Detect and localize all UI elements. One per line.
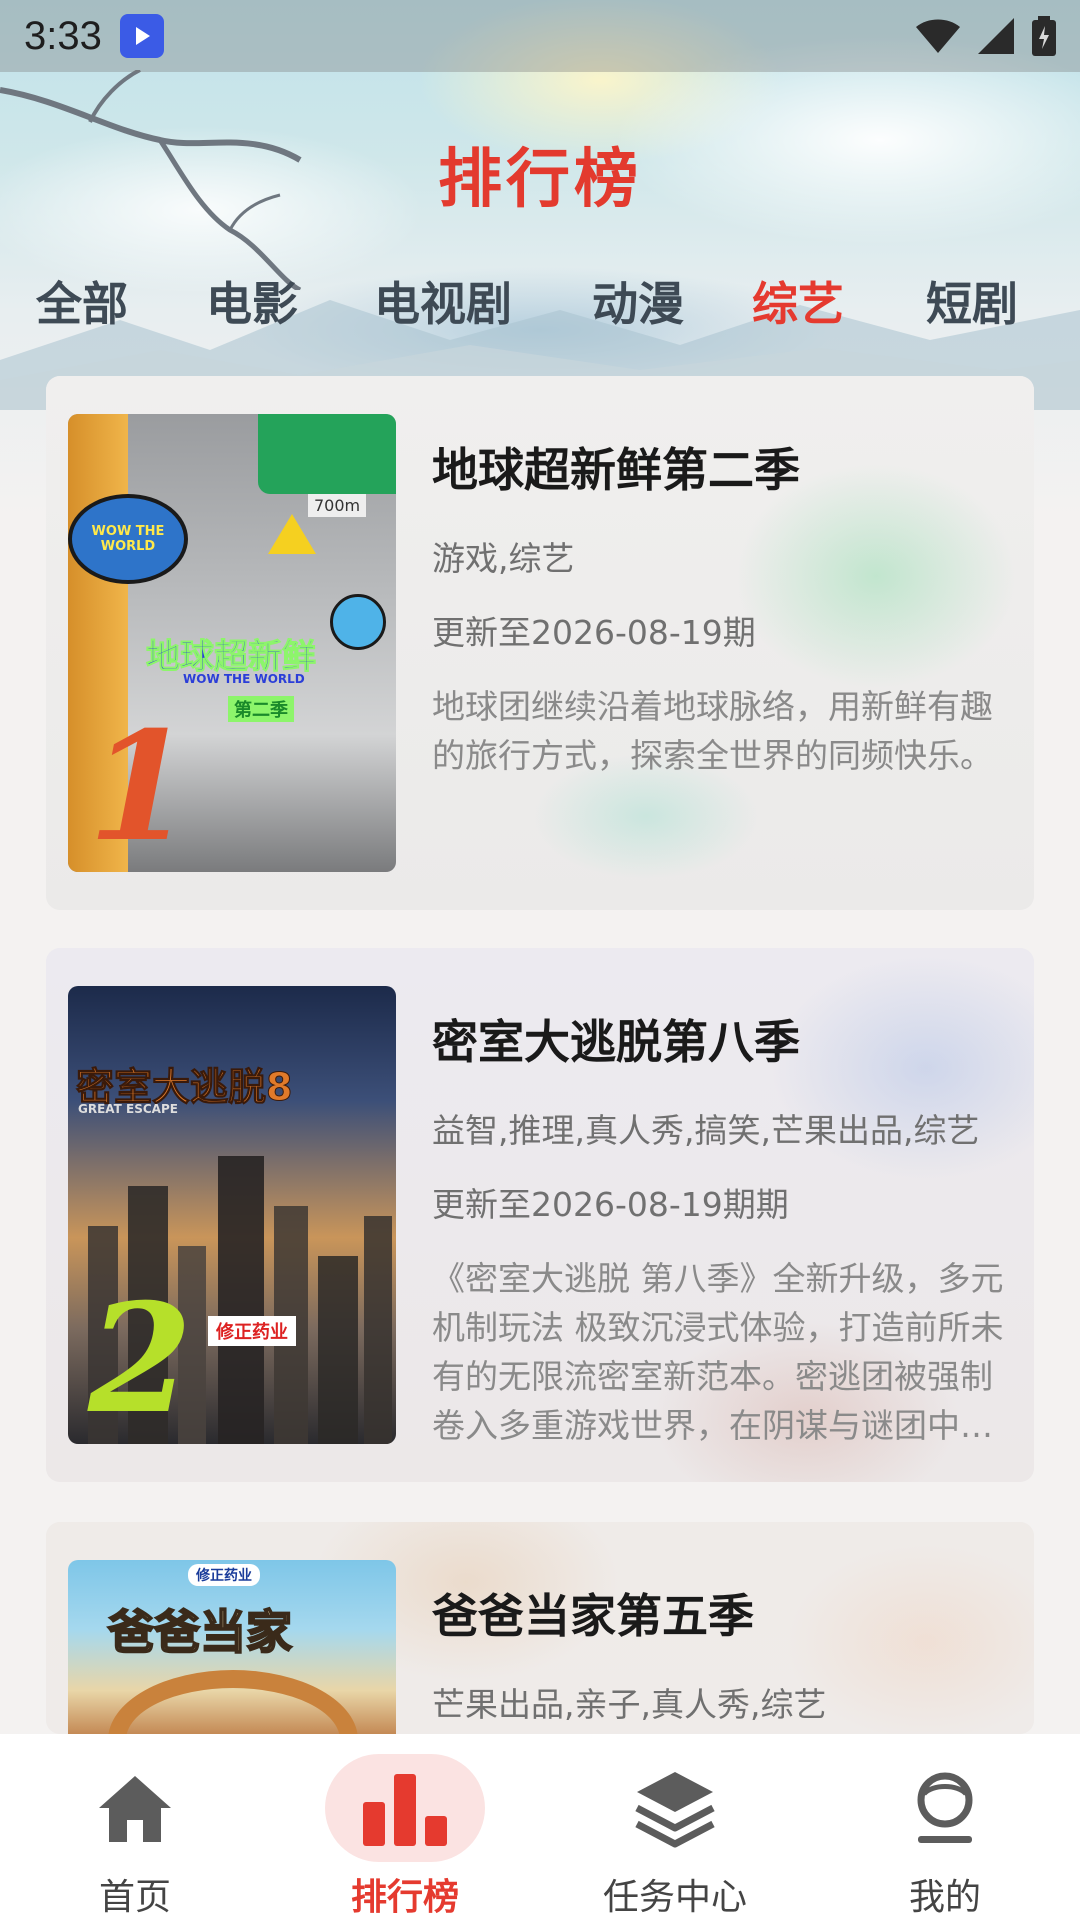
tab-movies[interactable]: 电影 [206,268,298,334]
show-tags: 益智,推理,真人秀,搞笑,芒果出品,综艺 [432,1111,980,1150]
show-title[interactable]: 地球超新鲜第二季 [432,434,1012,500]
nav-home[interactable]: 首页 [0,1734,270,1920]
poster-sign [258,414,396,494]
ranking-card[interactable]: 密室大逃脱8 GREAT ESCAPE 修正药业 2 密室大逃脱第八季 益智,推… [46,948,1034,1482]
poster-image[interactable]: 密室大逃脱8 GREAT ESCAPE 修正药业 2 [68,986,396,1444]
poster-image[interactable]: 修正药业 爸爸当家 [68,1560,396,1734]
battery-icon [1032,16,1056,56]
poster-sponsor: 修正药业 [208,1316,296,1346]
show-title[interactable]: 爸爸当家第五季 [432,1580,1012,1646]
update-status: 更新至2026-08-19期 [432,613,756,652]
show-title[interactable]: 密室大逃脱第八季 [432,1006,1012,1072]
rank-number: 2 [88,1271,193,1444]
category-tabs: 全部 电影 电视剧 动漫 综艺 短剧 [0,268,1080,338]
nav-profile[interactable]: 我的 [810,1734,1080,1920]
poster-title: 地球超新鲜 [146,637,317,678]
poster-distance: 700m [308,494,367,517]
update-status: 更新至2026-08-19期期 [432,1185,789,1224]
tab-tv-series[interactable]: 电视剧 [374,268,512,334]
home-icon [99,1776,171,1842]
page-title: 排行榜 [438,143,642,217]
poster-warning-sign [268,514,316,554]
poster-arch [108,1670,358,1734]
poster-world-badge: WOW THE WORLD [68,494,188,584]
poster-mascot [330,594,386,650]
nav-task-center-label: 任务中心 [602,1877,747,1918]
user-icon [917,1772,973,1843]
tab-short-drama[interactable]: 短剧 [926,268,1018,334]
signal-icon [978,18,1014,54]
wifi-icon [916,19,960,53]
nav-ranking[interactable]: 排行榜 [270,1734,540,1920]
bar-chart-icon [363,1774,447,1846]
poster-subtitle: GREAT ESCAPE [78,1102,178,1116]
ranking-card[interactable]: 修正药业 爸爸当家 爸爸当家第五季 芒果出品,亲子,真人秀,综艺 [46,1522,1034,1734]
show-description: 《密室大逃脱 第八季》全新升级，多元机制玩法 极致沉浸式体验，打造前所未有的无限… [432,1259,1004,1445]
tab-variety[interactable]: 综艺 [752,268,844,334]
show-tags: 游戏,综艺 [432,539,575,578]
tab-all[interactable]: 全部 [36,268,128,334]
nav-home-label: 首页 [98,1877,171,1918]
nav-task-center[interactable]: 任务中心 [540,1734,810,1920]
bottom-navigation: 首页 排行榜 任务中心 我的 [0,1734,1080,1920]
poster-season: 第二季 [228,696,294,722]
nav-ranking-label: 排行榜 [350,1877,459,1918]
poster-image[interactable]: 700m WOW THE WORLD 地球超新鲜 WOW THE WORLD 第… [68,414,396,872]
app-notification-icon [119,14,164,58]
show-tags: 芒果出品,亲子,真人秀,综艺 [432,1685,827,1724]
layers-icon [635,1772,715,1848]
status-time: 3:33 [24,13,102,58]
poster-title: 爸爸当家 [107,1604,293,1660]
poster-subtitle: WOW THE WORLD [183,672,305,686]
tab-anime[interactable]: 动漫 [592,268,684,334]
poster-sponsor: 修正药业 [188,1564,260,1586]
show-description: 地球团继续沿着地球脉络，用新鲜有趣的旅行方式，探索全世界的同频快乐。 [432,687,993,775]
nav-profile-label: 我的 [908,1877,981,1918]
rank-number: 1 [88,699,193,872]
status-bar: 3:33 [0,0,1080,72]
ranking-card[interactable]: 700m WOW THE WORLD 地球超新鲜 WOW THE WORLD 第… [46,376,1034,910]
